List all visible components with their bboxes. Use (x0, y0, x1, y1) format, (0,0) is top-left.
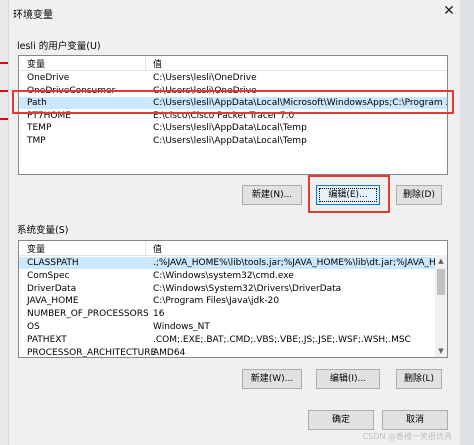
table-row[interactable]: PROCESSOR_ARCHITECTURE AMD64 (19, 347, 447, 358)
variable-value: C:\Users\lesli\OneDrive (153, 73, 257, 83)
user-variables-list[interactable]: 变量 值 OneDrive C:\Users\lesli\OneDrive OneD… (18, 55, 448, 175)
variable-value: C:\Users\lesli\AppData\Local\Temp (153, 135, 307, 146)
variable-name: PROCESSOR_ARCHITECTURE (27, 347, 157, 358)
highlight-box-path (12, 90, 454, 114)
variable-name: NUMBER_OF_PROCESSORS (27, 309, 149, 320)
user-new-button[interactable]: 新建(N)... (242, 185, 302, 205)
variable-value: AMD64 (153, 347, 186, 358)
table-row[interactable]: JAVA_HOME C:\Program Files\Java\jdk-20 (19, 295, 447, 307)
variable-name: TEMP (27, 123, 52, 133)
table-row[interactable]: ComSpec C:\Windows\system32\cmd.exe (19, 270, 447, 282)
table-row[interactable]: OS Windows_NT (19, 321, 447, 333)
variable-name: ComSpec (27, 270, 70, 281)
user-delete-button[interactable]: 删除(D) (396, 185, 442, 205)
user-variables-label: lesli 的用户变量(U) (17, 41, 101, 52)
column-header-value[interactable]: 值 (153, 57, 162, 70)
column-header-value[interactable]: 值 (153, 242, 162, 255)
variable-name: JAVA_HOME (27, 296, 79, 307)
system-variables-list[interactable]: 变量 值 CLASSPATH .;%JAVA_HOME%\lib\tools.ja… (18, 240, 448, 358)
variable-value: 16 (153, 309, 165, 320)
variable-name: OneDrive (27, 73, 70, 83)
system-new-button[interactable]: 新建(W)... (242, 369, 302, 389)
scroll-thumb[interactable] (437, 269, 445, 295)
variable-value: C:\Windows\system32\cmd.exe (153, 270, 294, 281)
table-row[interactable]: DriverData C:\Windows\System32\Drivers\Dr… (19, 283, 447, 295)
variable-name: DriverData (27, 283, 77, 294)
highlight-box-edit (308, 175, 390, 213)
table-row[interactable]: PATHEXT .COM;.EXE;.BAT;.CMD;.VBS;.VBE;.JS… (19, 334, 447, 346)
table-row[interactable]: TMP C:\Users\lesli\AppData\Local\Temp (19, 135, 447, 147)
user-variables-header: 变量 值 (19, 56, 447, 71)
system-edit-button[interactable]: 编辑(I)... (316, 369, 380, 389)
scroll-down-icon[interactable]: ▼ (435, 345, 447, 357)
column-header-variable[interactable]: 变量 (27, 57, 45, 70)
table-row[interactable]: CLASSPATH .;%JAVA_HOME%\lib\tools.jar;%JA… (19, 257, 447, 269)
table-row[interactable]: NUMBER_OF_PROCESSORS 16 (19, 308, 447, 320)
variable-name: PATHEXT (27, 334, 67, 345)
close-icon[interactable]: ✕ (440, 2, 458, 20)
system-variables-header: 变量 值 (19, 241, 447, 256)
table-row[interactable]: OneDrive C:\Users\lesli\OneDrive (19, 72, 447, 84)
ok-button[interactable]: 确定 (308, 410, 374, 430)
variable-value: C:\Program Files\Java\jdk-20 (153, 296, 280, 307)
variable-name: TMP (27, 135, 46, 146)
background-window-right (460, 0, 474, 445)
variable-value: Windows_NT (153, 322, 210, 332)
system-variables-label: 系统变量(S) (17, 225, 69, 236)
system-delete-button[interactable]: 删除(L) (396, 369, 442, 389)
column-header-variable[interactable]: 变量 (27, 242, 45, 255)
dialog-title: 环境变量 (13, 10, 53, 21)
variable-value: .;%JAVA_HOME%\lib\tools.jar;%JAVA_HOME%\… (153, 258, 445, 268)
variable-name: CLASSPATH (27, 258, 79, 268)
variable-value: C:\Users\lesli\AppData\Local\Temp (153, 123, 307, 133)
table-row[interactable]: TEMP C:\Users\lesli\AppData\Local\Temp (19, 122, 447, 134)
system-variables-scrollbar[interactable]: ▲ ▼ (435, 255, 447, 357)
cancel-button[interactable]: 取消 (382, 410, 448, 430)
variable-name: OS (27, 322, 40, 332)
variable-value: C:\Windows\System32\Drivers\DriverData (153, 283, 342, 294)
scroll-up-icon[interactable]: ▲ (435, 255, 447, 267)
background-window-left (0, 0, 8, 445)
watermark: CSDN @香橙一笑很优秀 (362, 432, 452, 441)
variable-value: .COM;.EXE;.BAT;.CMD;.VBS;.VBE;.JS;.JSE;.… (153, 334, 411, 345)
